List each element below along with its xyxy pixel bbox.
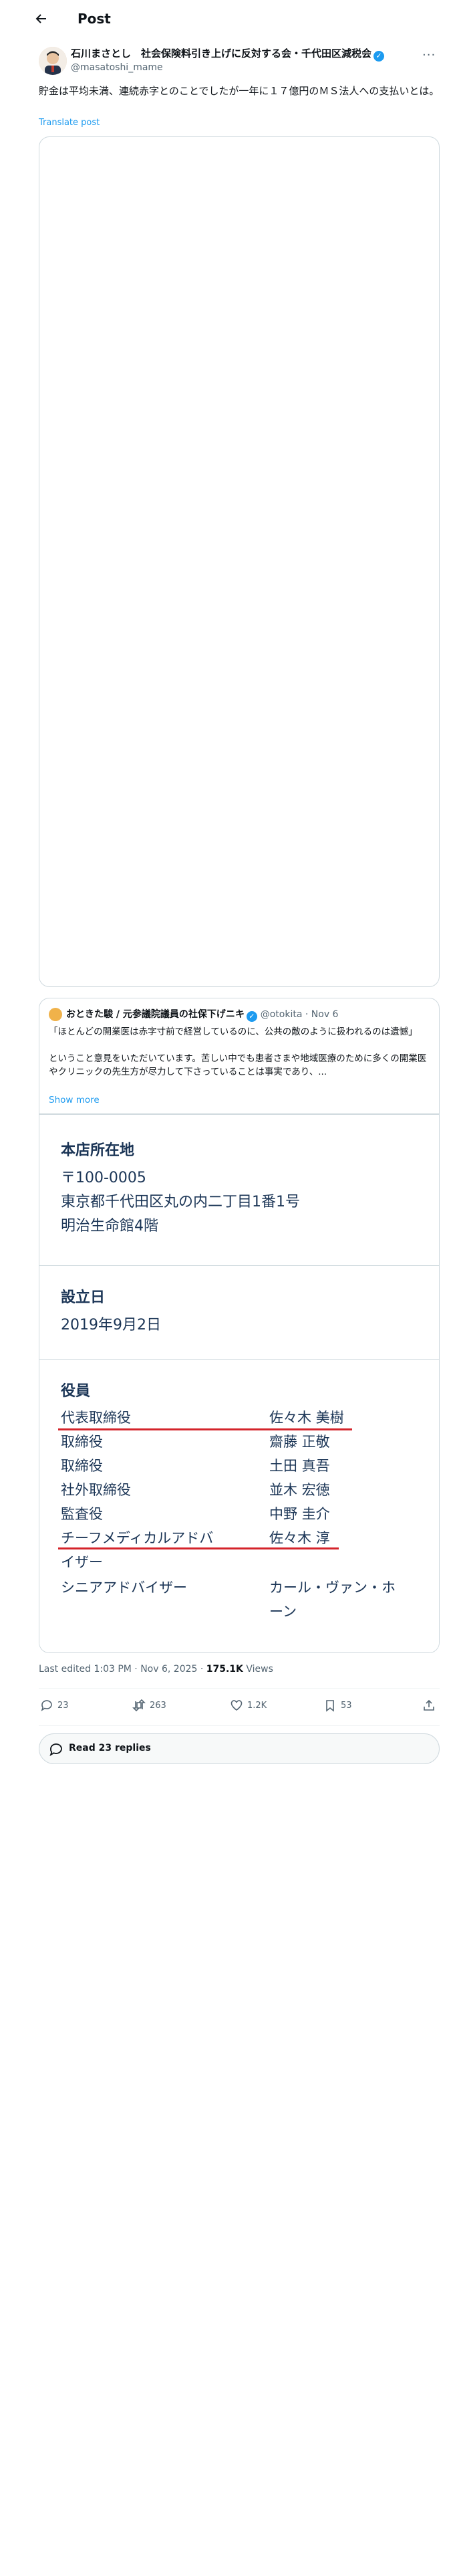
share-icon <box>424 1699 434 1711</box>
show-more-link[interactable]: Show more <box>49 1095 100 1105</box>
bookmark-icon <box>326 1700 334 1712</box>
bookmark-count: 53 <box>341 1700 352 1711</box>
officer-role: シニアアドバイザー <box>61 1580 187 1596</box>
quote-author-avatar <box>49 1008 62 1021</box>
reply-count: 23 <box>57 1700 69 1711</box>
verified-badge-icon: ✓ <box>373 51 385 62</box>
read-replies-label[interactable]: Read 23 replies <box>69 1743 151 1753</box>
officer-role: 社外取締役 <box>61 1482 131 1498</box>
officer-name: ーン <box>269 1604 297 1620</box>
officer-name: 齋藤 正敬 <box>269 1434 330 1450</box>
officer-role: 取締役 <box>61 1458 103 1474</box>
repost-icon <box>132 1699 146 1712</box>
reply-button[interactable]: 23 <box>40 1699 69 1712</box>
red-underline <box>58 1547 339 1549</box>
like-count: 1.2K <box>247 1700 267 1711</box>
officer-role: 代表取締役 <box>61 1410 131 1426</box>
translate-post-link[interactable]: Translate post <box>39 118 100 128</box>
author-handle[interactable]: @masatoshi_mame <box>71 62 163 74</box>
divider <box>39 1114 439 1115</box>
founded-heading: 設立日 <box>61 1289 106 1306</box>
replies-bubble-icon <box>49 1743 62 1757</box>
quote-text: 「ほとんどの開業医は赤字寸前で経営しているのに、公共の敵のように扱われるのは遺憾… <box>49 1027 427 1077</box>
quote-author-row: おときた駿 / 元参議院議員の社保下げニキ ✓ @otokita · Nov 6 <box>66 1007 338 1022</box>
post-media[interactable] <box>39 136 440 987</box>
quoted-post-card[interactable]: おときた駿 / 元参議院議員の社保下げニキ ✓ @otokita · Nov 6 … <box>39 998 440 1653</box>
officers-heading: 役員 <box>61 1383 91 1400</box>
author-name[interactable]: 石川まさとし 社会保険料引き上げに反対する会・千代田区減税会 <box>71 47 371 60</box>
officer-role: 監査役 <box>61 1506 103 1522</box>
divider <box>39 1725 440 1726</box>
page-title: Post <box>78 11 111 27</box>
share-button[interactable] <box>422 1699 436 1712</box>
top-bar: Post <box>0 0 451 39</box>
divider <box>39 1688 440 1689</box>
officer-name: 土田 真吾 <box>269 1458 330 1474</box>
quote-image[interactable]: 本店所在地 〒100-0005 東京都千代田区丸の内二丁目1番1号 明治生命館4… <box>39 1113 439 1652</box>
address-text: 〒100-0005 東京都千代田区丸の内二丁目1番1号 明治生命館4階 <box>61 1170 300 1235</box>
officer-role: 取締役 <box>61 1434 103 1450</box>
author-name-row[interactable]: 石川まさとし 社会保険料引き上げに反対する会・千代田区減税会 ✓ <box>71 47 385 62</box>
officer-role: チーフメディカルアドバ <box>61 1530 214 1546</box>
more-options-icon[interactable]: ··· <box>422 48 436 62</box>
post-timestamp[interactable]: Last edited 1:03 PM · Nov 6, 2025 · 175.… <box>39 1664 273 1675</box>
timestamp-text[interactable]: Last edited 1:03 PM · Nov 6, 2025 · <box>39 1664 206 1675</box>
bookmark-button[interactable]: 53 <box>323 1699 352 1712</box>
heart-icon <box>231 1700 243 1711</box>
views-label: Views <box>243 1664 273 1675</box>
officer-name: 佐々木 美樹 <box>269 1410 344 1426</box>
officer-name: カール・ヴァン・ホ <box>269 1580 396 1596</box>
repost-count: 263 <box>150 1700 166 1711</box>
post-text: 貯金は平均未満、連続赤字とのことでしたが一年に１７億円のＭＳ法人への支払いとは。 <box>39 85 440 97</box>
reply-icon <box>41 1700 52 1711</box>
quote-author-name: おときた駿 / 元参議院議員の社保下げニキ <box>66 1009 245 1020</box>
views-count: 175.1K <box>206 1664 243 1675</box>
quote-author-handle: @otokita · Nov 6 <box>260 1009 339 1020</box>
address-heading: 本店所在地 <box>61 1142 135 1159</box>
repost-button[interactable]: 263 <box>132 1699 166 1712</box>
divider <box>39 1265 439 1266</box>
action-bar: 23 263 1.2K 53 <box>39 1699 440 1723</box>
founded-text: 2019年9月2日 <box>61 1317 161 1333</box>
officer-role: イザー <box>61 1554 103 1570</box>
back-arrow-icon[interactable] <box>32 9 51 28</box>
officer-name: 中野 圭介 <box>269 1506 330 1522</box>
author-avatar[interactable] <box>39 47 67 75</box>
officer-name: 並木 宏徳 <box>269 1482 330 1498</box>
verified-badge-icon: ✓ <box>246 1011 257 1022</box>
like-button[interactable]: 1.2K <box>230 1699 267 1712</box>
read-replies-button[interactable]: Read 23 replies <box>39 1733 440 1764</box>
divider <box>39 1359 439 1360</box>
officer-name: 佐々木 淳 <box>269 1530 330 1546</box>
